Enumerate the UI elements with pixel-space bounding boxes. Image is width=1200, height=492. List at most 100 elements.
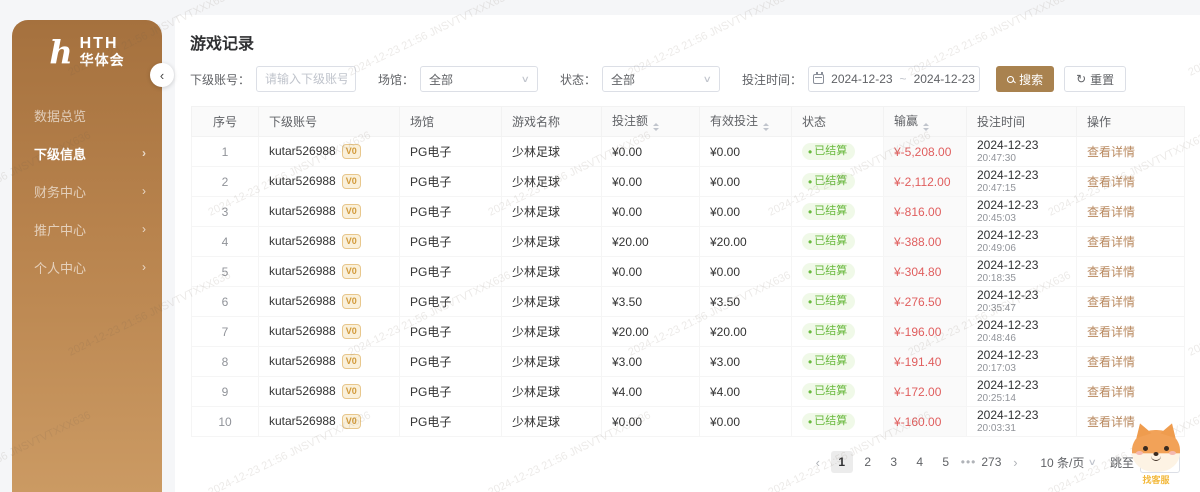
date-range-picker[interactable]: 2024-12-23 ~ 2024-12-23 [808,66,980,92]
cell-bet: ¥0.00 [602,257,700,287]
column-header-label: 操作 [1087,115,1111,129]
account-name: kutar526988 [269,294,336,308]
view-details-link[interactable]: 查看详情 [1087,175,1135,189]
brand-logo-icon: h [49,36,72,68]
cell-account: kutar526988V0 [259,167,400,197]
next-page-button[interactable]: › [1004,451,1026,473]
cell-bet: ¥4.00 [602,377,700,407]
vip-level-badge: V0 [342,264,361,279]
table-row: 9kutar526988V0PG电子少林足球¥4.00¥4.00•已结算¥-17… [192,377,1185,407]
bet-time: 20:25:14 [977,393,1066,405]
venue-select[interactable]: 全部 ∨ [420,66,538,92]
page-number-button[interactable]: 4 [909,451,931,473]
cell-account: kutar526988V0 [259,407,400,437]
account-name: kutar526988 [269,204,336,218]
cell-venue: PG电子 [400,227,502,257]
cell-venue: PG电子 [400,287,502,317]
cell-valid-bet: ¥0.00 [700,167,792,197]
chevron-right-icon: › [142,260,146,274]
cell-game: 少林足球 [502,317,602,347]
status-label: 已结算 [814,265,847,278]
sidebar-item[interactable]: 推广中心› [12,210,162,248]
cell-winloss: ¥-388.00 [884,227,967,257]
page-number-button[interactable]: 2 [857,451,879,473]
cell-venue: PG电子 [400,377,502,407]
cell-status: •已结算 [792,347,884,377]
sort-icon[interactable] [653,123,659,131]
cell-bet: ¥20.00 [602,317,700,347]
column-header-label: 投注时间 [977,115,1025,129]
view-details-link[interactable]: 查看详情 [1087,415,1135,429]
column-header: 投注额 [602,107,700,137]
page-number-button[interactable]: 1 [831,451,853,473]
cell-winloss: ¥-172.00 [884,377,967,407]
page-title: 游戏记录 [190,30,1200,54]
page-size-select[interactable]: 10 条/页∨ [1040,454,1096,471]
cell-bet-time: 2024-12-2320:03:31 [967,407,1077,437]
cell-account: kutar526988V0 [259,287,400,317]
table-row: 1kutar526988V0PG电子少林足球¥0.00¥0.00•已结算¥-5,… [192,137,1185,167]
page-number-button[interactable]: 3 [883,451,905,473]
cell-bet-time: 2024-12-2320:45:03 [967,197,1077,227]
column-header-label: 有效投注 [710,114,758,128]
prev-page-button[interactable]: ‹ [807,451,829,473]
status-filter-label: 状态： [560,71,596,88]
chevron-right-icon: › [142,184,146,198]
cell-account: kutar526988V0 [259,197,400,227]
reset-button[interactable]: ↻ 重置 [1064,66,1126,92]
page-number-button[interactable]: 5 [935,451,957,473]
customer-service-mascot[interactable]: 找客服 [1124,430,1188,486]
status-label: 已结算 [814,235,847,248]
view-details-link[interactable]: 查看详情 [1087,385,1135,399]
search-button[interactable]: 搜索 [996,66,1054,92]
cell-status: •已结算 [792,377,884,407]
column-header-label: 投注额 [612,114,648,128]
cell-index: 8 [192,347,259,377]
column-header: 有效投注 [700,107,792,137]
bet-date: 2024-12-23 [977,228,1066,243]
pagination: ‹12345•••273›10 条/页∨跳至 [175,451,1180,473]
cell-bet-time: 2024-12-2320:47:30 [967,137,1077,167]
status-select[interactable]: 全部 ∨ [602,66,720,92]
brand-logo-text: HTH 华体会 [80,36,125,67]
account-name: kutar526988 [269,264,336,278]
view-details-link[interactable]: 查看详情 [1087,325,1135,339]
bet-time-filter-label: 投注时间： [742,71,802,88]
cell-index: 4 [192,227,259,257]
bet-date: 2024-12-23 [977,408,1066,423]
sidebar-item[interactable]: 个人中心› [12,248,162,286]
account-input[interactable] [256,66,356,92]
table-row: 6kutar526988V0PG电子少林足球¥3.50¥3.50•已结算¥-27… [192,287,1185,317]
view-details-link[interactable]: 查看详情 [1087,295,1135,309]
view-details-link[interactable]: 查看详情 [1087,205,1135,219]
sidebar-item[interactable]: 下级信息› [12,134,162,172]
column-header: 操作 [1077,107,1185,137]
sort-icon[interactable] [923,123,929,131]
cell-bet-time: 2024-12-2320:18:35 [967,257,1077,287]
chevron-left-icon: ‹ [160,69,164,82]
cell-account: kutar526988 V0 [259,257,400,287]
sidebar-item[interactable]: 财务中心 › [12,172,162,210]
filter-bar: 下级账号： 场馆： 全部 ∨ 状态： 全部 ∨ 投注时间： 2024-12-23… [190,66,1200,92]
view-details-link[interactable]: 查看详情 [1087,355,1135,369]
status-badge: •已结算 [802,143,855,160]
reset-button-label: 重置 [1090,71,1114,88]
page-number-button[interactable]: 273 [980,451,1002,473]
cell-valid-bet: ¥0.00 [700,137,792,167]
sidebar-item[interactable]: 数据总览 [12,96,162,134]
view-details-link[interactable]: 查看详情 [1087,145,1135,159]
cell-account: kutar526988V0 [259,317,400,347]
sidebar-collapse-button[interactable]: ‹ [150,63,174,87]
sidebar-item-label: 财务中心 [34,182,86,201]
view-details-link[interactable]: 查看详情 [1087,235,1135,249]
column-header-label: 序号 [213,115,237,129]
bet-date: 2024-12-23 [977,258,1066,273]
vip-level-badge: V0 [342,174,361,189]
cell-action: 查看详情 [1077,317,1185,347]
bet-date: 2024-12-23 [977,138,1066,153]
bet-time: 20:49:06 [977,243,1066,255]
cell-winloss: ¥-304.80 [884,257,967,287]
sort-icon[interactable] [763,123,769,131]
view-details-link[interactable]: 查看详情 [1087,265,1135,279]
cell-bet: ¥20.00 [602,227,700,257]
